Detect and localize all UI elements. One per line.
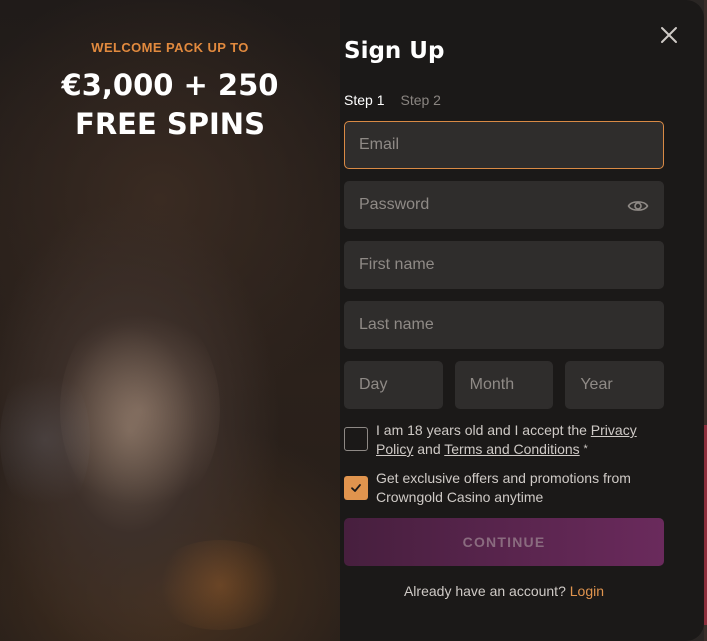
show-password-button[interactable] (627, 195, 649, 217)
promo-headline-amount: €3,000 + 250 (61, 68, 279, 102)
first-name-input[interactable] (345, 242, 663, 288)
signup-modal: WELCOME PACK UP TO €3,000 + 250 FREE SPI… (0, 0, 704, 641)
login-prompt: Already have an account? (403, 583, 566, 599)
eye-icon (627, 201, 649, 211)
password-input[interactable] (345, 182, 663, 228)
step-indicator: Step 1 Step 2 (344, 92, 441, 108)
month-input[interactable] (455, 362, 553, 408)
terms-consent-row: I am 18 years old and I accept the Priva… (344, 421, 664, 459)
offers-text: Get exclusive offers and promotions from… (376, 470, 631, 505)
password-field (344, 181, 664, 229)
terms-checkbox[interactable] (344, 427, 368, 451)
signup-form: Sign Up Step 1 Step 2 Email First name L… (344, 0, 677, 641)
terms-and-conditions-link[interactable]: Terms and Conditions (444, 441, 579, 457)
terms-text-and: and (413, 441, 445, 457)
day-input[interactable] (345, 362, 442, 408)
year-input[interactable] (566, 362, 664, 408)
day-field (344, 361, 443, 409)
year-field (565, 361, 665, 409)
step-1: Step 1 (344, 92, 385, 108)
promo-panel: WELCOME PACK UP TO €3,000 + 250 FREE SPI… (0, 0, 340, 641)
last-name-input[interactable] (345, 302, 663, 348)
promo-background-glow (150, 540, 290, 630)
close-button[interactable] (658, 24, 680, 46)
login-prompt-row: Already have an account? Login (344, 583, 664, 599)
close-icon (661, 27, 677, 43)
step-2: Step 2 (400, 92, 441, 108)
form-title: Sign Up (344, 38, 445, 64)
promo-headline: €3,000 + 250 FREE SPINS (0, 66, 340, 144)
promo-kicker: WELCOME PACK UP TO (91, 40, 249, 55)
terms-text-prefix: I am 18 years old and I accept the (376, 422, 591, 438)
first-name-field (344, 241, 664, 289)
checkmark-icon (351, 484, 361, 492)
login-link[interactable]: Login (570, 583, 604, 599)
terms-text: I am 18 years old and I accept the Priva… (376, 421, 664, 459)
email-input[interactable] (345, 122, 663, 168)
promo-headline-spins: FREE SPINS (75, 107, 265, 141)
offers-checkbox[interactable] (344, 476, 368, 500)
month-field (454, 361, 554, 409)
continue-button[interactable]: CONTINUE (344, 518, 664, 566)
email-field (344, 121, 664, 169)
last-name-field (344, 301, 664, 349)
required-mark: * (583, 443, 588, 455)
date-of-birth-group (344, 361, 665, 409)
offers-consent-row: Get exclusive offers and promotions from… (344, 469, 664, 507)
promo-background-shape (0, 360, 90, 520)
